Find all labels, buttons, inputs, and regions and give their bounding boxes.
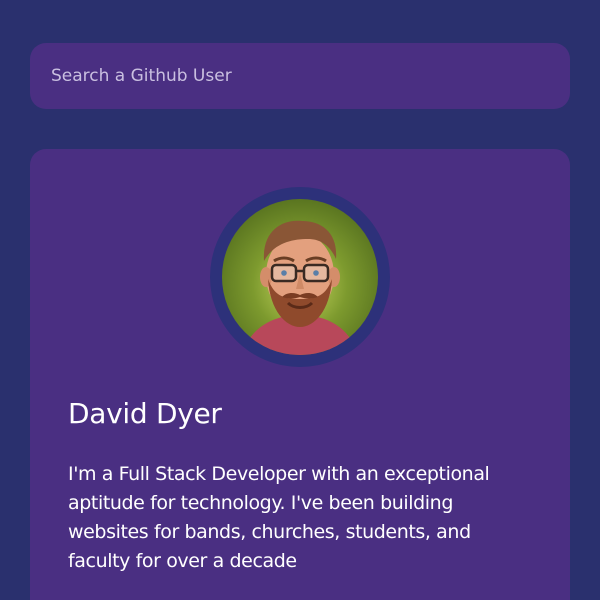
github-user-finder-page: David Dyer I'm a Full Stack Developer wi…: [0, 0, 600, 600]
search-input[interactable]: [49, 65, 551, 87]
avatar: [222, 199, 378, 355]
profile-name: David Dyer: [68, 397, 222, 430]
user-avatar-icon: [222, 199, 378, 355]
profile-card: David Dyer I'm a Full Stack Developer wi…: [30, 149, 570, 600]
avatar-ring: [210, 187, 390, 367]
search-bar[interactable]: [30, 43, 570, 109]
profile-bio: I'm a Full Stack Developer with an excep…: [68, 463, 490, 572]
